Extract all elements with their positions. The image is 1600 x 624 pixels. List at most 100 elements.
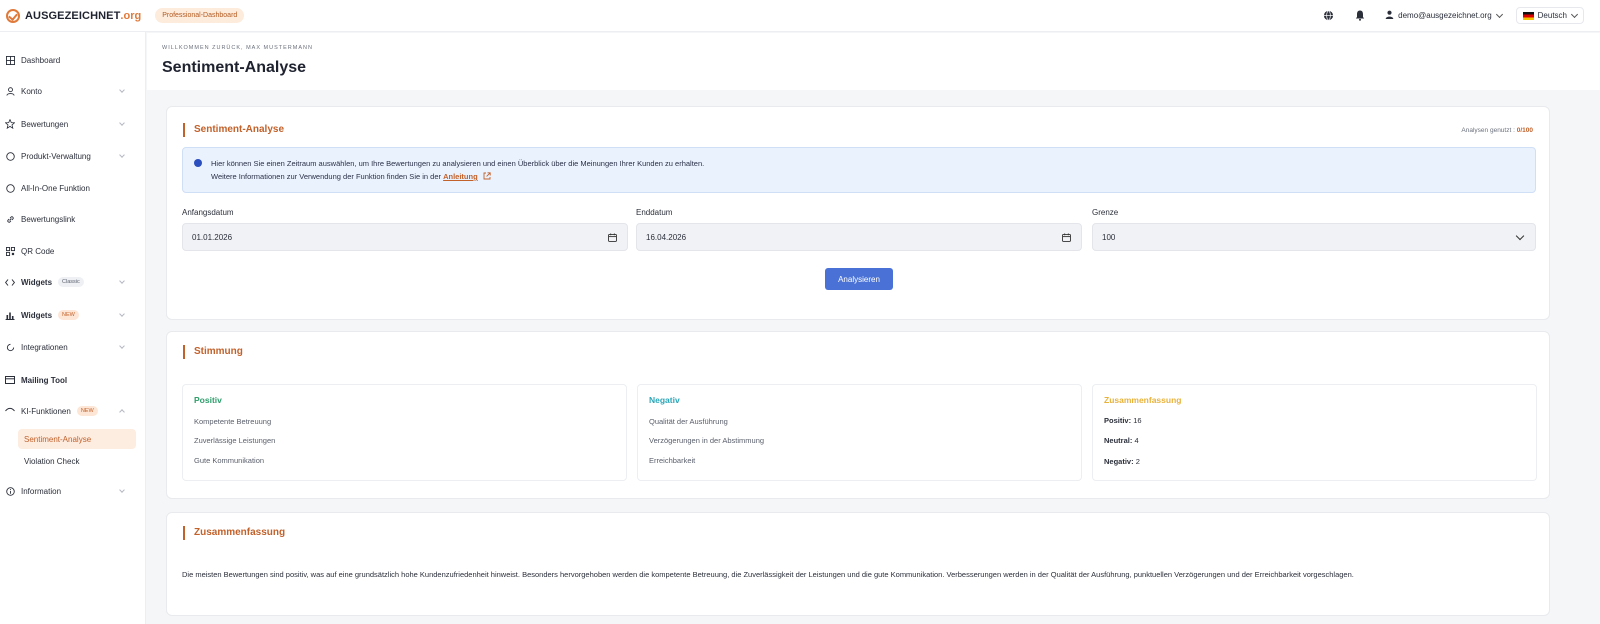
sidebar-item-label: Information	[21, 486, 62, 496]
negative-count: Negativ: 2	[1104, 457, 1140, 466]
mood-card-title: Stimmung	[183, 345, 243, 359]
bell-icon[interactable]	[1353, 9, 1367, 23]
link-icon	[5, 214, 15, 224]
positive-count-value: 16	[1133, 416, 1142, 425]
neutral-count: Neutral: 4	[1104, 436, 1139, 445]
mail-icon	[5, 375, 15, 385]
sidebar-item-produkt-verwaltung[interactable]: Produkt-Verwaltung	[0, 146, 140, 166]
sidebar-item-widgets-classic[interactable]: Widgets Classic	[0, 272, 140, 292]
chevron-down-icon	[119, 487, 125, 493]
sidebar-item-label: QR Code	[21, 246, 55, 256]
qr-icon	[5, 246, 15, 256]
box-icon	[5, 151, 15, 161]
positive-heading: Positiv	[194, 395, 222, 405]
chevron-up-icon	[119, 409, 125, 415]
list-item: Erreichbarkeit	[649, 456, 696, 465]
brand-ext: .org	[120, 9, 142, 22]
info-text-line1: Hier können Sie einen Zeitraum auswählen…	[211, 159, 705, 168]
end-date-input[interactable]: 16.04.2026	[636, 223, 1082, 251]
brand-name: AUSGEZEICHNET	[25, 9, 121, 22]
sidebar-item-label: All-In-One Funktion	[21, 183, 90, 193]
sidebar-item-widgets-new[interactable]: Widgets NEW	[0, 305, 140, 325]
chevron-down-icon	[119, 278, 125, 284]
sidebar-item-konto[interactable]: Konto	[0, 81, 140, 101]
list-item: Qualität der Ausführung	[649, 417, 728, 426]
summary-card: Zusammenfassung Die meisten Bewertungen …	[166, 512, 1550, 616]
chevron-down-icon	[1570, 10, 1579, 18]
info-icon	[194, 159, 202, 167]
positive-count: Positiv: 16	[1104, 416, 1142, 425]
sidebar-item-mailing-tool[interactable]: Mailing Tool	[0, 370, 140, 390]
chevron-down-icon	[1515, 231, 1525, 241]
sidebar-item-qr-code[interactable]: QR Code	[0, 241, 140, 261]
sidebar-subitem-violation-check[interactable]: Violation Check	[18, 451, 136, 471]
language-select[interactable]: Deutsch	[1515, 7, 1584, 24]
new-badge: NEW	[58, 310, 79, 320]
user-menu[interactable]: demo@ausgezeichnet.org	[1385, 10, 1503, 21]
positive-count-label: Positiv:	[1104, 416, 1132, 425]
list-item: Zuverlässige Leistungen	[194, 436, 276, 445]
language-label: Deutsch	[1537, 11, 1567, 20]
circle-icon	[5, 183, 15, 193]
summary-column: Zusammenfassung Positiv: 16 Neutral: 4 N…	[1092, 384, 1537, 481]
sidebar-item-label: Konto	[21, 86, 42, 96]
calendar-icon[interactable]	[1062, 233, 1071, 244]
negative-column: Negativ Qualität der Ausführung Verzöger…	[637, 384, 1082, 481]
negative-count-label: Negativ:	[1104, 457, 1134, 466]
info-icon	[5, 486, 15, 496]
user-icon	[5, 86, 15, 96]
list-item: Verzögerungen in der Abstimmung	[649, 436, 765, 445]
main-content: Willkommen zurück, Max Mustermann Sentim…	[147, 33, 1600, 624]
sidebar-item-label: Mailing Tool	[21, 375, 68, 385]
sidebar-item-bewertungen[interactable]: Bewertungen	[0, 114, 140, 134]
sidebar-item-label: Bewertungslink	[21, 214, 76, 224]
page-title: Sentiment-Analyse	[162, 59, 307, 76]
start-date-input[interactable]: 01.01.2026	[182, 223, 628, 251]
check-circle-icon	[6, 8, 20, 23]
mood-card: Stimmung Positiv Kompetente Betreuung Zu…	[166, 331, 1550, 499]
sidebar-item-information[interactable]: Information	[0, 481, 140, 501]
top-bar: AUSGEZEICHNET .org Professional-Dashboard…	[0, 0, 1600, 32]
brand-logo[interactable]: AUSGEZEICHNET .org	[6, 8, 142, 23]
sidebar-item-ki-funktionen[interactable]: KI-Funktionen NEW	[0, 401, 140, 421]
negative-count-value: 2	[1135, 457, 1140, 466]
quota-label: Analysen genutzt :	[1461, 127, 1515, 134]
sidebar-subitem-label: Sentiment-Analyse	[24, 434, 92, 444]
external-link-icon[interactable]	[483, 172, 491, 182]
chevron-down-icon	[119, 311, 125, 317]
code-icon	[5, 277, 15, 287]
sidebar-item-integrationen[interactable]: Integrationen	[0, 337, 140, 357]
chevron-down-icon	[119, 87, 125, 93]
sidebar-item-label: Produkt-Verwaltung	[21, 151, 91, 161]
list-item: Kompetente Betreuung	[194, 417, 272, 426]
end-date-label: Enddatum	[636, 208, 673, 217]
sidebar-item-bewertungslink[interactable]: Bewertungslink	[0, 209, 140, 229]
analyze-button[interactable]: Analysieren	[825, 268, 893, 290]
summary-text: Die meisten Bewertungen sind positiv, wa…	[182, 570, 1354, 579]
sidebar: Dashboard Konto Bewertungen Produkt-Verw…	[0, 32, 146, 624]
positive-column: Positiv Kompetente Betreuung Zuverlässig…	[182, 384, 627, 481]
chart-icon	[5, 310, 15, 320]
german-flag-icon	[1522, 11, 1534, 20]
page-header: Willkommen zurück, Max Mustermann Sentim…	[147, 33, 1600, 90]
start-date-label: Anfangsdatum	[182, 208, 234, 217]
welcome-text: Willkommen zurück, Max Mustermann	[162, 45, 313, 51]
plug-icon	[5, 342, 15, 352]
chevron-down-icon	[119, 343, 125, 349]
sidebar-subitem-sentiment-analyse[interactable]: Sentiment-Analyse	[18, 429, 136, 449]
guide-link[interactable]: Anleitung	[443, 172, 478, 181]
limit-select[interactable]: 100	[1092, 223, 1536, 251]
limit-label: Grenze	[1092, 208, 1119, 217]
user-email: demo@ausgezeichnet.org	[1398, 11, 1492, 20]
sidebar-item-label: Widgets	[21, 310, 53, 320]
sidebar-item-label: Integrationen	[21, 342, 68, 352]
classic-badge: Classic	[58, 277, 84, 287]
sidebar-item-dashboard[interactable]: Dashboard	[0, 50, 140, 70]
neutral-count-value: 4	[1134, 436, 1139, 445]
sidebar-item-all-in-one[interactable]: All-In-One Funktion	[0, 178, 140, 198]
star-icon	[5, 119, 15, 129]
analysis-card: Sentiment-Analyse Analysen genutzt : 0/1…	[166, 106, 1550, 320]
globe-icon[interactable]	[1321, 9, 1335, 23]
new-badge: NEW	[76, 406, 98, 416]
calendar-icon[interactable]	[608, 233, 617, 244]
